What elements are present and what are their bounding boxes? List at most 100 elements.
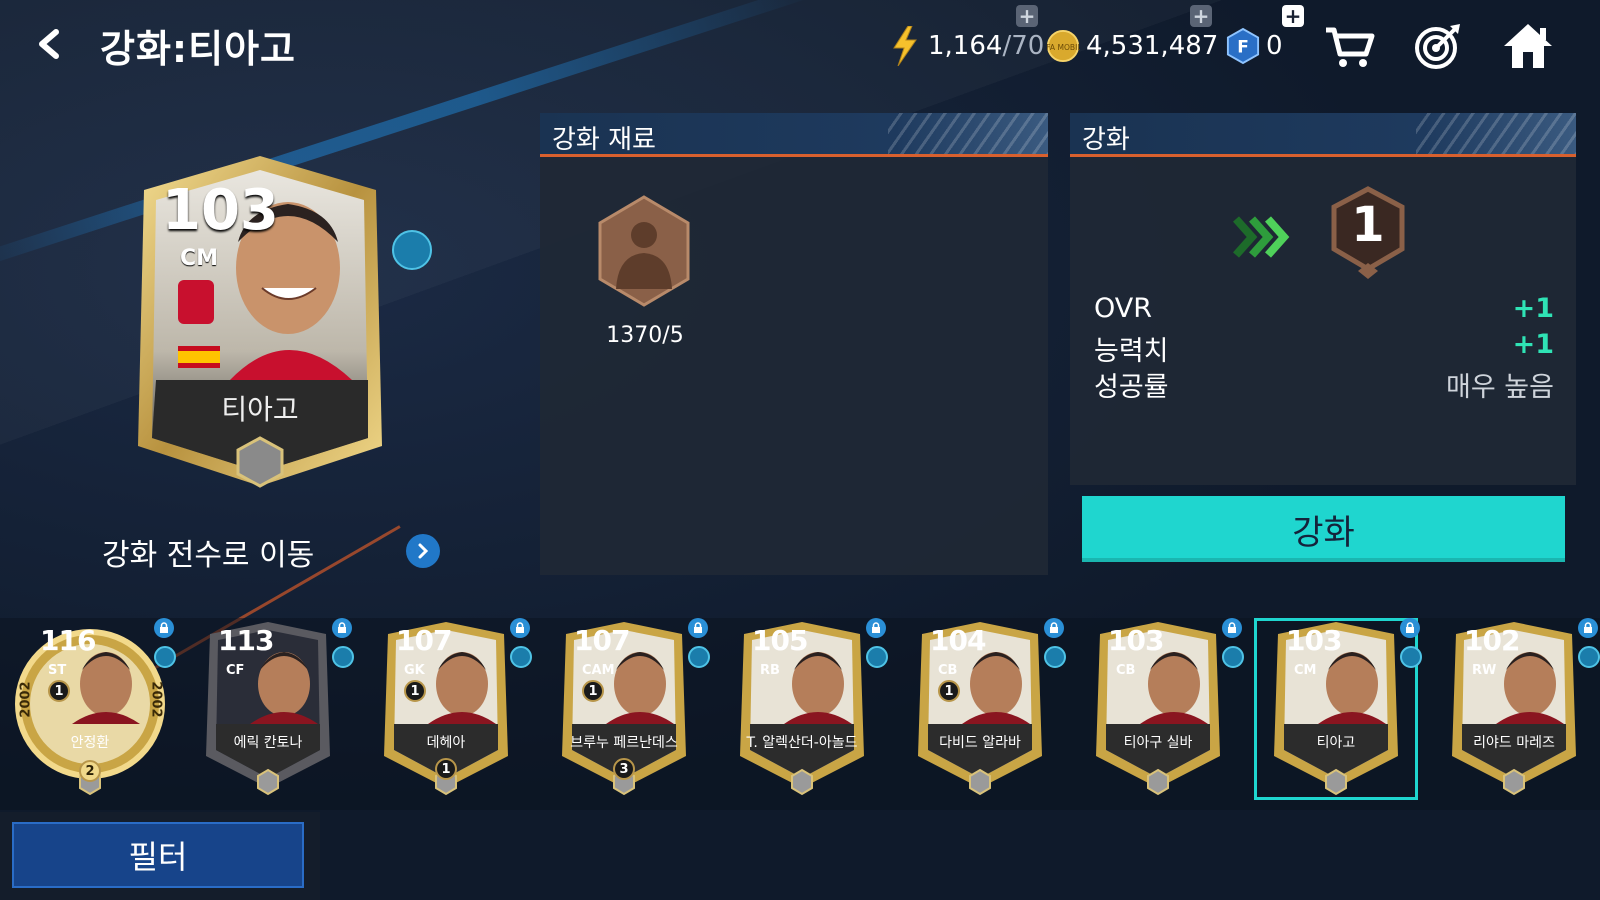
rank-badge: 1 [435, 758, 457, 780]
energy-counter: 1,164/70 [888, 26, 1044, 66]
kit-icon[interactable] [866, 646, 888, 668]
player-name: 데헤아 [426, 735, 466, 751]
lock-icon [1044, 618, 1064, 638]
stat-value: +1 [1512, 329, 1554, 360]
player-card[interactable]: 107 CAM 브루누 페르난데스 1 3 [544, 618, 710, 798]
stat-label: 능력치 [1094, 336, 1169, 367]
material-panel-title: 강화 재료 [552, 125, 656, 155]
player-card[interactable]: 103 CM 티아고 [1254, 618, 1422, 800]
kit-icon[interactable] [154, 646, 176, 668]
coin-counter: FIFA MOBILE 4,531,487 [1046, 26, 1218, 66]
stat-value: +1 [1512, 293, 1554, 324]
header-hatch [1416, 113, 1576, 154]
stat-value: 매우 높음 [1446, 372, 1554, 403]
lock-icon [510, 618, 530, 638]
lock-icon [332, 618, 352, 638]
back-button[interactable] [30, 24, 70, 64]
player-card-large[interactable]: 103 CM 티아고 [120, 150, 432, 500]
material-count: 1370/5 [606, 323, 684, 348]
lock-icon [1222, 618, 1242, 638]
player-ovr: 102 [1464, 624, 1520, 657]
goals-button[interactable] [1410, 20, 1466, 72]
stat-label: OVR [1094, 293, 1153, 324]
player-name: 리야드 마레즈 [1473, 735, 1555, 751]
kit-icon[interactable] [510, 646, 532, 668]
player-ovr: 105 [752, 624, 808, 657]
player-position: CB [938, 663, 958, 678]
header-hatch [888, 113, 1048, 154]
fc-points-value: 0 [1266, 31, 1283, 61]
enhance-panel-title: 강화 [1082, 125, 1130, 155]
energy-max: /70 [1002, 31, 1045, 61]
lightning-icon [888, 26, 922, 66]
kit-icon[interactable] [1044, 646, 1066, 668]
move-to-transfer-label[interactable]: 강화 전수로 이동 [102, 530, 314, 574]
level-badge: 1 [404, 680, 426, 702]
card-position: CM [180, 246, 219, 271]
page-title: 강화:티아고 [100, 27, 296, 71]
player-card[interactable]: 107 GK 데헤아 1 1 [366, 618, 532, 798]
kit-icon[interactable] [392, 230, 432, 270]
card-ovr: 103 [162, 178, 279, 243]
fc-letter: F [1237, 38, 1249, 58]
stat-label: 성공률 [1094, 372, 1169, 403]
player-ovr: 107 [574, 624, 630, 657]
level-badge: 1 [582, 680, 604, 702]
level-badge: 1 [48, 680, 70, 702]
energy-value: 1,164 [928, 31, 1003, 61]
kit-icon[interactable] [1222, 646, 1244, 668]
enhance-panel: 강화 1 OVR +1 능력치 +1 성공률 매우 높음 [1070, 113, 1576, 485]
kit-icon[interactable] [332, 646, 354, 668]
top-bar: 강화:티아고 1,164/70 + FIFA MOBILE 4,531,487 … [0, 0, 1600, 90]
player-name: 안정환 [70, 735, 110, 751]
chevron-right-icon [418, 543, 429, 559]
player-position: RB [760, 663, 780, 678]
target-level-value: 1 [1351, 197, 1385, 253]
filter-button[interactable]: 필터 [12, 822, 304, 888]
coin-icon: FIFA MOBILE [1046, 29, 1080, 63]
player-card[interactable]: 105 RB T. 알렉산더-아놀드 [722, 618, 888, 798]
triple-chevron-icon [1232, 215, 1292, 263]
player-ovr: 103 [1286, 624, 1342, 657]
target-level-badge: 1 [1328, 185, 1408, 281]
player-name: 에릭 칸토나 [233, 735, 303, 751]
material-panel-header: 강화 재료 [540, 113, 1048, 157]
player-position: CAM [582, 663, 615, 678]
shop-button[interactable] [1322, 20, 1378, 72]
player-card[interactable]: 103 CB 티아구 실바 [1078, 618, 1244, 798]
back-arrow-icon [39, 29, 59, 59]
player-silhouette-icon [598, 195, 690, 307]
level-badge: 1 [938, 680, 960, 702]
player-position: RW [1472, 663, 1497, 678]
add-fc-points-button[interactable]: + [1282, 4, 1304, 28]
player-ovr: 107 [396, 624, 452, 657]
enhance-button[interactable]: 강화 [1082, 496, 1565, 562]
player-position: ST [48, 663, 67, 678]
home-button[interactable] [1500, 20, 1556, 72]
icon-year-left: 2002 [18, 681, 34, 718]
lock-icon [1578, 618, 1598, 638]
icon-year-right: 2002 [148, 681, 164, 718]
player-card[interactable]: 104 CB 다비드 알라바 1 [900, 618, 1066, 798]
kit-icon[interactable] [1400, 646, 1422, 668]
fc-points-counter: F 0 [1226, 26, 1283, 66]
player-card[interactable]: 113 CF 에릭 칸토나 [188, 618, 354, 798]
add-coins-button[interactable]: + [1190, 4, 1212, 28]
fc-points-icon: F [1226, 27, 1260, 65]
player-name: 다비드 알라바 [939, 735, 1021, 751]
player-position: CF [226, 663, 245, 678]
rank-badge: 3 [613, 758, 635, 780]
player-name: 티아구 실바 [1123, 735, 1193, 751]
card-name: 티아고 [221, 393, 299, 426]
kit-icon[interactable] [688, 646, 710, 668]
coin-logo-text: FIFA MOBILE [1046, 43, 1080, 52]
enhance-panel-header: 강화 [1070, 113, 1576, 157]
player-card[interactable]: 116 ST 안정환 1 2 2002 2002 [10, 618, 176, 798]
move-to-transfer-button[interactable] [406, 534, 440, 568]
material-slot[interactable] [594, 193, 694, 309]
rank-badge: 2 [79, 760, 101, 782]
player-card[interactable]: 102 RW 리야드 마레즈 [1434, 618, 1600, 798]
lock-icon [1400, 618, 1420, 638]
add-energy-button[interactable]: + [1016, 4, 1038, 28]
kit-icon[interactable] [1578, 646, 1600, 668]
